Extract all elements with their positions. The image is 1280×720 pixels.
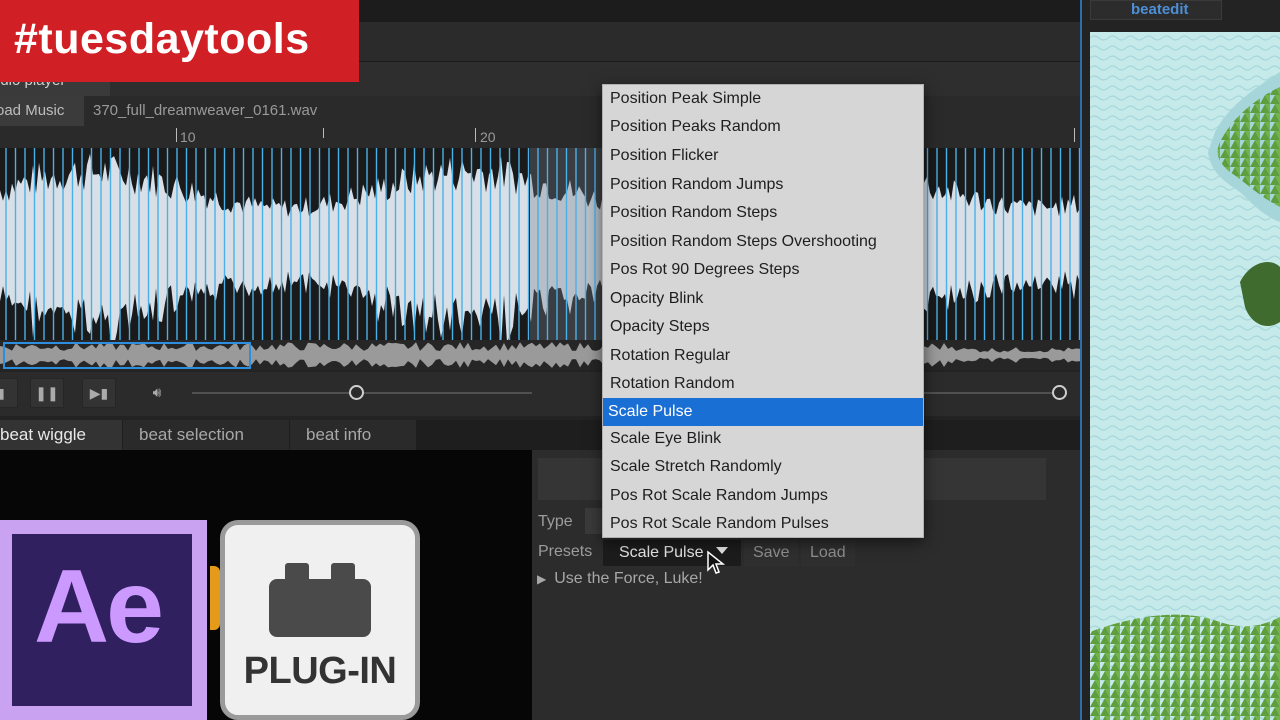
menu-item[interactable]: Position Peak Simple bbox=[603, 85, 923, 113]
menu-item[interactable]: Pos Rot 90 Degrees Steps bbox=[603, 256, 923, 284]
map-preview bbox=[1090, 32, 1280, 720]
menu-item[interactable]: Opacity Blink bbox=[603, 285, 923, 313]
menu-item[interactable]: Rotation Regular bbox=[603, 342, 923, 370]
after-effects-logo-text: Ae bbox=[34, 549, 164, 665]
skip-forward-button[interactable]: ▶▮ bbox=[82, 378, 116, 408]
menu-item[interactable]: Opacity Steps bbox=[603, 313, 923, 341]
tab-beatedit[interactable]: beatedit bbox=[1090, 0, 1222, 20]
presets-label: Presets bbox=[538, 543, 593, 560]
volume-icon[interactable]: 🔊︎ bbox=[140, 378, 174, 408]
orange-shape bbox=[210, 566, 220, 630]
presets-dropdown-menu[interactable]: Position Peak Simple Position Peaks Rand… bbox=[602, 84, 924, 538]
ruler-tick bbox=[323, 128, 324, 138]
plugin-badge-text: PLUG-IN bbox=[243, 650, 397, 692]
previous-button[interactable]: ▮ bbox=[0, 378, 18, 408]
pause-button[interactable]: ❚❚ bbox=[30, 378, 64, 408]
note-text: Use the Force, Luke! bbox=[554, 570, 703, 587]
tuesdaytools-banner: #tuesdaytools bbox=[0, 0, 359, 82]
menu-item[interactable]: Position Random Steps Overshooting bbox=[603, 228, 923, 256]
menu-item[interactable]: Position Random Steps bbox=[603, 199, 923, 227]
save-button[interactable]: Save bbox=[744, 540, 799, 566]
ruler-tick bbox=[176, 128, 177, 142]
note-row[interactable]: ▶ Use the Force, Luke! bbox=[537, 570, 703, 588]
volume-slider-track[interactable] bbox=[924, 392, 1060, 394]
tab-beat-selection[interactable]: beat selection bbox=[123, 420, 289, 450]
tab-beat-info[interactable]: beat info bbox=[290, 420, 416, 450]
menu-item-selected[interactable]: Scale Pulse bbox=[603, 398, 923, 426]
overview-selection[interactable] bbox=[3, 342, 251, 369]
menu-item[interactable]: Position Random Jumps bbox=[603, 171, 923, 199]
position-slider-knob[interactable] bbox=[349, 385, 364, 400]
ruler-tick bbox=[475, 128, 476, 142]
ruler-label-10: 10 bbox=[180, 129, 196, 145]
ruler-label-20: 20 bbox=[480, 129, 496, 145]
map-svg bbox=[1090, 32, 1280, 720]
menu-item[interactable]: Position Flicker bbox=[603, 142, 923, 170]
mouse-cursor-icon bbox=[707, 550, 726, 574]
menu-item[interactable]: Scale Stretch Randomly bbox=[603, 453, 923, 481]
volume-slider-knob[interactable] bbox=[1052, 385, 1067, 400]
load-button[interactable]: Load bbox=[801, 540, 855, 566]
menu-item[interactable]: Scale Eye Blink bbox=[603, 425, 923, 453]
ruler-tick bbox=[1074, 128, 1075, 142]
menu-item[interactable]: Position Peaks Random bbox=[603, 113, 923, 141]
menu-item[interactable]: Pos Rot Scale Random Pulses bbox=[603, 510, 923, 538]
screen: udio player oad Music 370_full_dreamweav… bbox=[0, 0, 1280, 720]
menu-item[interactable]: Rotation Random bbox=[603, 370, 923, 398]
disclosure-triangle-icon: ▶ bbox=[537, 572, 547, 586]
load-music-label: oad Music bbox=[0, 102, 65, 119]
type-label: Type bbox=[538, 513, 573, 530]
puzzle-brick-icon bbox=[269, 563, 371, 637]
menu-item[interactable]: Pos Rot Scale Random Jumps bbox=[603, 482, 923, 510]
tab-beat-wiggle[interactable]: beat wiggle bbox=[0, 420, 122, 450]
filename-label: 370_full_dreamweaver_0161.wav bbox=[93, 102, 318, 119]
load-music-button[interactable]: oad Music bbox=[0, 96, 84, 126]
